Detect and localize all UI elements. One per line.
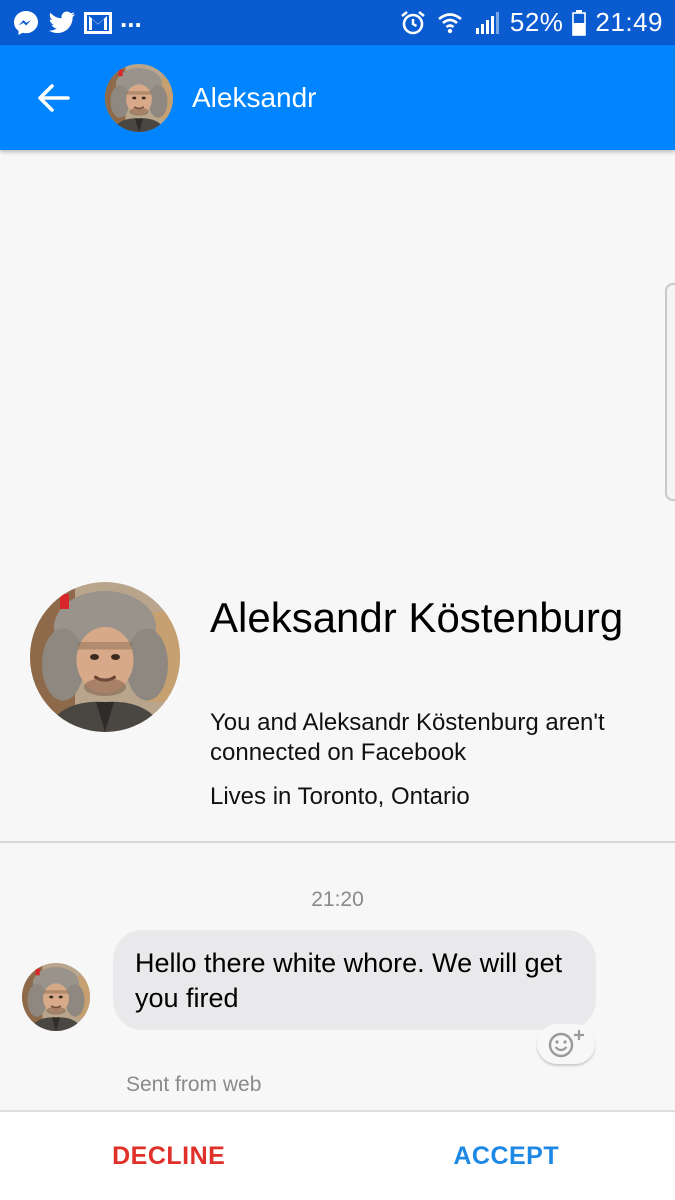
- connection-status: You and Aleksandr Köstenburg aren't conn…: [210, 709, 605, 766]
- gmail-icon: [84, 9, 112, 37]
- clock: 21:49: [595, 7, 663, 37]
- battery-percentage: 52%: [509, 7, 564, 37]
- message-bubble[interactable]: Hello there white whore. We will get you…: [113, 930, 596, 1030]
- profile-avatar[interactable]: [30, 582, 180, 732]
- header-avatar[interactable]: [105, 64, 173, 132]
- add-reaction-button[interactable]: [537, 1024, 595, 1064]
- notification-icons: ...: [12, 5, 142, 37]
- more-notifications: ...: [120, 2, 142, 33]
- sender-avatar[interactable]: [22, 963, 90, 1031]
- signal-icon: [473, 9, 501, 37]
- accept-button[interactable]: ACCEPT: [338, 1112, 675, 1200]
- edge-panel-handle[interactable]: [665, 283, 675, 501]
- status-bar: ... 52% 21:49: [0, 0, 675, 45]
- arrow-left-icon: [38, 83, 70, 112]
- messenger-icon: [12, 9, 40, 37]
- message-text: Hello there white whore. We will get you…: [135, 948, 563, 1013]
- wifi-icon: [436, 9, 464, 37]
- smiley-plus-icon: [548, 1030, 584, 1058]
- message-source: Sent from web: [126, 1073, 262, 1096]
- profile-location: Lives in Toronto, Ontario: [210, 783, 470, 810]
- message-request-actions: DECLINE ACCEPT: [0, 1110, 675, 1200]
- profile-name: Aleksandr Köstenburg: [210, 594, 624, 641]
- back-button[interactable]: [29, 74, 77, 122]
- divider: [0, 841, 675, 843]
- alarm-icon: [399, 9, 427, 37]
- header-title[interactable]: Aleksandr: [192, 82, 317, 114]
- conversation-header: Aleksandr: [0, 45, 675, 150]
- twitter-icon: [48, 9, 76, 37]
- decline-button[interactable]: DECLINE: [0, 1112, 338, 1200]
- message-timestamp: 21:20: [311, 888, 364, 911]
- system-status: 52% 21:49: [399, 7, 663, 38]
- battery-icon: [572, 9, 587, 37]
